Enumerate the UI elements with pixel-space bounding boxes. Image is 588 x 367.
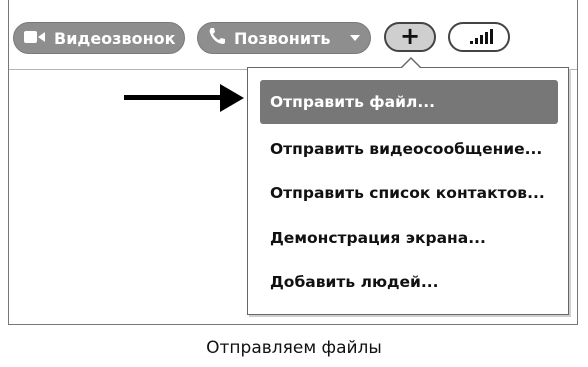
menu-item-screen-share[interactable]: Демонстрация экрана...	[260, 216, 558, 260]
video-call-button[interactable]: Видеозвонок	[13, 22, 185, 54]
app-window: Видеозвонок Позвонить + Отправить файл..…	[8, 0, 578, 325]
add-dropdown-menu: Отправить файл... Отправить видеосообщен…	[247, 67, 569, 315]
menu-item-send-file[interactable]: Отправить файл...	[260, 80, 558, 124]
call-button[interactable]: Позвонить	[197, 22, 371, 54]
phone-handset-icon	[208, 27, 226, 49]
pointer-arrow-shaft	[124, 95, 224, 100]
video-camera-icon	[24, 29, 46, 48]
signal-strength-icon	[470, 29, 493, 44]
figure-caption: Отправляем файлы	[206, 338, 382, 358]
call-toolbar: Видеозвонок Позвонить +	[9, 0, 577, 70]
menu-pointer-fill	[401, 59, 421, 69]
menu-item-add-people[interactable]: Добавить людей...	[260, 260, 558, 304]
menu-item-send-contacts[interactable]: Отправить список контактов...	[260, 171, 558, 215]
plus-icon: +	[399, 22, 421, 50]
call-label: Позвонить	[234, 28, 331, 48]
menu-item-send-video-message[interactable]: Отправить видеосообщение...	[260, 127, 558, 171]
video-call-label: Видеозвонок	[54, 28, 176, 48]
pointer-arrow-icon	[220, 84, 244, 112]
add-button[interactable]: +	[384, 22, 436, 52]
chevron-down-icon[interactable]	[350, 35, 360, 41]
call-quality-button[interactable]	[448, 22, 510, 52]
